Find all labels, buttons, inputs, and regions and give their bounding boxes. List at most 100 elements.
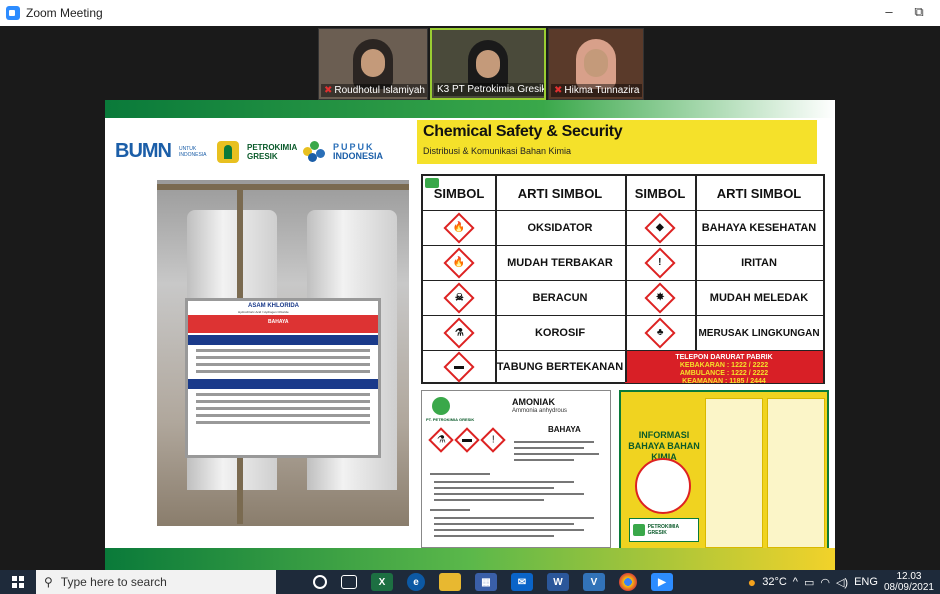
emergency-ambulance: AMBULANCE : 1222 / 2222	[679, 370, 769, 377]
edge-icon[interactable]: e	[407, 573, 425, 591]
volume-icon[interactable]: ◁)	[836, 576, 848, 589]
irritant-icon: !	[644, 247, 676, 279]
weather-icon[interactable]: ●	[748, 574, 756, 590]
word-icon[interactable]: W	[547, 573, 569, 591]
table-cell: KOROSIF	[534, 327, 586, 339]
wifi-icon[interactable]: ◠	[820, 576, 830, 589]
slide-subtitle: Distribusi & Komunikasi Bahan Kimia	[423, 146, 572, 156]
health-hazard-icon: ◆	[644, 212, 676, 244]
search-placeholder: Type here to search	[60, 575, 167, 589]
petrokimia-logo-icon	[432, 397, 450, 415]
leaflet-pictogram-strip	[635, 398, 695, 426]
participant-video[interactable]: ✖ Hikma Tunnazira	[548, 28, 644, 100]
participant-name: K3 PT Petrokimia Gresik ✖	[434, 83, 544, 96]
start-button[interactable]	[8, 570, 28, 594]
emergency-title: TELEPON DARURAT PABRIK	[675, 354, 773, 361]
file-explorer-icon[interactable]	[439, 573, 461, 591]
table-cell: BAHAYA KESEHATAN	[701, 222, 817, 234]
participant-face	[476, 50, 500, 78]
zoom-taskbar-icon[interactable]: ▶	[651, 573, 673, 591]
temperature[interactable]: 32°C	[762, 576, 787, 588]
emergency-phone-panel: TELEPON DARURAT PABRIK KEBAKARAN : 1222 …	[625, 351, 823, 385]
table-row: ☠ BERACUN ✸ MUDAH MELEDAK	[423, 280, 823, 315]
table-divider	[695, 176, 697, 350]
storage-tank-photo: ASAM KHLORIDA Hydrochloric Acid / Hydrog…	[157, 180, 409, 526]
table-cell: BERACUN	[532, 292, 588, 304]
gas-cylinder-icon: ▬	[443, 350, 475, 383]
clock[interactable]: 12.03 08/09/2021	[884, 571, 934, 593]
clock-date: 08/09/2021	[883, 582, 934, 593]
petrokimia-logo-icon	[633, 524, 645, 536]
table-cell: MUDAH TERBAKAR	[507, 257, 613, 269]
slide-top-band	[105, 100, 835, 118]
chevron-up-icon[interactable]: ^	[793, 576, 798, 588]
participant-face	[584, 49, 608, 77]
table-row: 🔥 OKSIDATOR ◆ BAHAYA KESEHATAN	[423, 210, 823, 245]
gas-cylinder-icon: ▬	[454, 427, 480, 453]
participant-video[interactable]: ✖ Roudhotul Islamiyah	[318, 28, 428, 100]
leaflet-panel	[705, 398, 763, 548]
table-cell: OKSIDATOR	[527, 222, 593, 234]
slide-title: Chemical Safety & Security	[423, 123, 623, 140]
oxidizer-icon: 🔥	[443, 212, 475, 244]
minimize-button[interactable]: –	[880, 4, 898, 19]
participant-video-active[interactable]: K3 PT Petrokimia Gresik ✖	[430, 28, 546, 100]
leaflet-company-badge: PETROKIMIA GRESIK	[629, 518, 699, 542]
window-title: Zoom Meeting	[26, 6, 103, 20]
amoniak-subtitle: Ammonia anhydrous	[512, 408, 568, 414]
table-divider	[625, 176, 627, 382]
emergency-keamanan: KEAMANAN : 1185 / 2444	[682, 378, 766, 385]
network-icon[interactable]: ▭	[804, 576, 814, 589]
search-icon: ⚲	[44, 575, 53, 589]
windows-logo-icon	[12, 576, 24, 588]
visio-icon[interactable]: V	[583, 573, 605, 591]
restore-button[interactable]: ⧉	[910, 4, 928, 20]
leaflet-company: PETROKIMIA GRESIK	[647, 524, 679, 536]
corrosive-icon: ⚗	[428, 427, 454, 453]
slide-logos: BUMN UNTUK INDONESIA PETROKIMIA GRESIK P…	[115, 140, 383, 163]
language-indicator[interactable]: ENG	[854, 576, 878, 588]
amoniak-label: PT. PETROKIMIA GRESIK AMONIAK Ammonia an…	[421, 390, 611, 548]
corrosive-icon: ⚗	[443, 317, 475, 349]
table-cell: MERUSAK LINGKUNGAN	[698, 327, 820, 339]
slide-title-box: Chemical Safety & Security Distribusi & …	[417, 120, 817, 164]
table-cell: IRITAN	[741, 257, 777, 269]
mail-icon[interactable]: ✉	[511, 573, 533, 591]
amoniak-pictograms: ⚗ ▬ !	[428, 427, 506, 453]
taskbar-search[interactable]: ⚲ Type here to search	[36, 570, 276, 594]
store-icon[interactable]: ▦	[475, 573, 497, 591]
table-header: SIMBOL	[634, 185, 686, 201]
cortana-icon[interactable]	[313, 575, 327, 589]
clock-time: 12.03	[896, 571, 922, 582]
petrokimia-logo-icon	[217, 140, 239, 163]
table-row: ▬ TABUNG BERTEKANAN TELEPON DARURAT PABR…	[423, 350, 823, 385]
excel-icon[interactable]: X	[371, 573, 393, 591]
petrokimia-logo-text: PETROKIMIA GRESIK	[247, 142, 297, 161]
table-cell: TABUNG BERTEKANAN	[496, 360, 624, 373]
emergency-kebakaran: KEBAKARAN : 1222 / 2222	[679, 362, 769, 369]
ghs-wheel-icon	[635, 458, 691, 514]
system-tray: ● 32°C ^ ▭ ◠ ◁) ENG 12.03 08/09/2021	[748, 570, 940, 594]
table-header-row: SIMBOL ARTI SIMBOL SIMBOL ARTI SIMBOL	[423, 176, 823, 210]
pipe	[157, 184, 409, 190]
shared-slide: BUMN UNTUK INDONESIA PETROKIMIA GRESIK P…	[105, 100, 835, 570]
table-header: ARTI SIMBOL	[716, 185, 802, 201]
table-divider	[495, 176, 497, 382]
slide-bottom-band	[105, 548, 835, 570]
participant-name: ✖ Roudhotul Islamiyah	[321, 84, 427, 97]
windows-taskbar: ⚲ Type here to search X e ▦ ✉ W V ▶ ● 32…	[0, 570, 940, 594]
pupuk-indonesia-logo-icon	[303, 140, 325, 163]
ghs-symbol-table: SIMBOL ARTI SIMBOL SIMBOL ARTI SIMBOL 🔥 …	[421, 174, 825, 385]
participant-name: ✖ Hikma Tunnazira	[551, 84, 643, 97]
mic-muted-icon: ✖	[324, 85, 333, 96]
flammable-icon: 🔥	[443, 247, 475, 279]
amoniak-danger: BAHAYA	[548, 425, 581, 434]
window-titlebar: Zoom Meeting – ⧉	[0, 0, 940, 26]
table-row: ⚗ KOROSIF ♣ MERUSAK LINGKUNGAN	[423, 315, 823, 350]
table-header: ARTI SIMBOL	[517, 185, 603, 201]
chrome-icon[interactable]	[619, 573, 637, 591]
toxic-icon: ☠	[443, 282, 475, 314]
petrokimia-mini-logo-icon	[425, 178, 439, 188]
task-view-icon[interactable]	[341, 575, 357, 589]
meeting-stage: ✖ Roudhotul Islamiyah K3 PT Petrokimia Gr…	[0, 26, 940, 570]
